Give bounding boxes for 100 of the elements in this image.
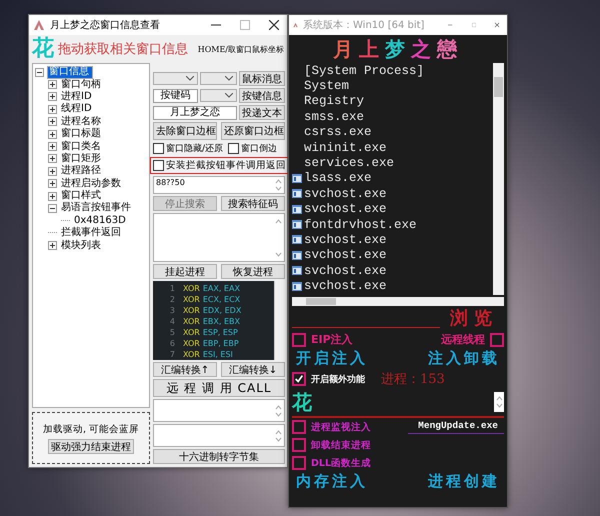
collapse-icon[interactable] bbox=[35, 68, 44, 77]
window-icon bbox=[292, 189, 302, 198]
checkbox[interactable] bbox=[153, 160, 164, 171]
tree-item[interactable]: 0x48163D bbox=[73, 214, 127, 227]
process-name[interactable]: svchost.exe bbox=[304, 264, 387, 278]
expand-icon[interactable] bbox=[48, 130, 57, 139]
process-name[interactable]: svchost.exe bbox=[304, 279, 387, 294]
process-name[interactable]: svchost.exe bbox=[304, 202, 387, 216]
expand-icon[interactable] bbox=[48, 92, 57, 102]
window-icon bbox=[292, 235, 302, 244]
mouse-message-button[interactable]: 鼠标消息 bbox=[239, 71, 285, 86]
inject-button[interactable]: 内存注入 bbox=[292, 472, 372, 491]
code-opcode: XOR bbox=[183, 295, 200, 304]
tree-item[interactable]: 进程ID bbox=[60, 90, 93, 103]
tree-item[interactable]: 窗口标题 bbox=[60, 128, 102, 140]
code-opcode: XOR bbox=[183, 328, 200, 338]
checkbox[interactable] bbox=[292, 438, 306, 452]
expand-icon[interactable] bbox=[48, 154, 57, 164]
tree-item[interactable]: 线程ID bbox=[60, 103, 93, 116]
dropdown[interactable] bbox=[200, 89, 237, 102]
tree-item[interactable]: 窗口信息 bbox=[47, 66, 93, 79]
inject-button[interactable]: 注入卸载 bbox=[424, 349, 504, 368]
process-name[interactable]: fontdrvhost.exe bbox=[304, 218, 417, 232]
key-code-field[interactable]: 按键码 bbox=[153, 88, 198, 102]
scrollbar[interactable] bbox=[493, 63, 504, 295]
expand-icon[interactable] bbox=[48, 241, 57, 250]
logo-text: 花 bbox=[292, 390, 312, 414]
expand-icon[interactable] bbox=[48, 104, 57, 114]
code-opcode: XOR bbox=[183, 284, 200, 294]
output-field[interactable] bbox=[153, 424, 285, 447]
option-label: 远程线程 bbox=[441, 332, 485, 347]
post-text-button[interactable]: 投递文本 bbox=[239, 105, 285, 120]
tree-item[interactable]: 拦截事件返回 bbox=[60, 227, 122, 240]
kill-process-button[interactable]: 驱动强力结束进程 bbox=[48, 438, 134, 454]
border-button[interactable]: 还原窗口边框 bbox=[221, 122, 285, 140]
key-info-button[interactable]: 按键信息 bbox=[239, 88, 285, 103]
process-name[interactable]: svchost.exe bbox=[304, 186, 387, 201]
close-icon[interactable] bbox=[269, 20, 279, 30]
tree-item[interactable]: 窗口句柄 bbox=[60, 78, 102, 91]
search-button[interactable]: 搜索特征码 bbox=[221, 196, 285, 212]
process-button[interactable]: 恢复进程 bbox=[221, 264, 285, 280]
expand-icon[interactable] bbox=[48, 166, 57, 176]
code-operands: ESI, ESI bbox=[202, 350, 233, 360]
hex-convert-button[interactable]: 十六进制转字节集 bbox=[153, 449, 285, 464]
target-process: MengUpdate.exe bbox=[408, 420, 504, 434]
tree-item[interactable]: 进程启动参数 bbox=[60, 178, 122, 190]
process-name[interactable]: System bbox=[304, 79, 350, 94]
tree-item[interactable]: 进程路径 bbox=[60, 165, 102, 178]
tree-item[interactable]: 窗口样式 bbox=[60, 190, 102, 202]
inject-button[interactable]: 开启注入 bbox=[292, 349, 372, 368]
process-name[interactable]: [System Process] bbox=[304, 64, 424, 78]
checkbox[interactable] bbox=[292, 372, 306, 386]
tree-item[interactable]: 窗口矩形 bbox=[60, 152, 102, 165]
expand-icon[interactable] bbox=[48, 117, 57, 126]
app-icon bbox=[33, 19, 45, 31]
tree-item[interactable]: 模块列表 bbox=[60, 240, 102, 252]
tree-item[interactable]: 进程名称 bbox=[60, 116, 102, 128]
process-name[interactable]: wininit.exe bbox=[304, 140, 387, 155]
collapse-icon[interactable] bbox=[48, 204, 57, 213]
process-name[interactable]: Registry bbox=[304, 94, 364, 108]
scroll-arrows-icon bbox=[275, 404, 282, 418]
result-field[interactable] bbox=[153, 213, 285, 262]
spin-field[interactable] bbox=[494, 392, 504, 412]
process-name[interactable]: svchost.exe bbox=[304, 232, 387, 247]
process-name[interactable]: services.exe bbox=[304, 156, 394, 170]
checkbox[interactable] bbox=[153, 143, 164, 154]
assemble-button[interactable]: 汇编转换↓ bbox=[221, 362, 285, 378]
window-icon bbox=[292, 282, 302, 291]
inject-button[interactable]: 进程创建 bbox=[424, 472, 504, 491]
border-button[interactable]: 去除窗口边框 bbox=[153, 122, 217, 140]
remote-call-button[interactable]: 远 程 调 用 CALL bbox=[153, 379, 285, 398]
process-name[interactable]: lsass.exe bbox=[304, 171, 372, 186]
caret-icon bbox=[225, 76, 233, 81]
pattern-field[interactable]: 88??50 bbox=[153, 176, 285, 194]
expand-icon[interactable] bbox=[48, 192, 57, 201]
option-label: 窗口隐藏/还原 bbox=[166, 142, 224, 155]
scrollbar[interactable] bbox=[292, 297, 504, 306]
expand-icon[interactable] bbox=[48, 179, 57, 188]
checkbox[interactable] bbox=[490, 332, 504, 346]
checkbox[interactable] bbox=[292, 332, 306, 346]
hint-text: HOME/取窗口鼠标坐标 bbox=[198, 44, 284, 54]
checkbox[interactable] bbox=[228, 143, 240, 154]
assemble-button[interactable]: 汇编转换↑ bbox=[153, 362, 217, 378]
checkbox[interactable] bbox=[292, 456, 306, 470]
expand-icon[interactable] bbox=[48, 142, 57, 152]
process-name[interactable]: smss.exe bbox=[304, 110, 364, 124]
process-button[interactable]: 挂起进程 bbox=[153, 264, 217, 280]
scrollbar[interactable] bbox=[274, 281, 285, 360]
checkbox[interactable] bbox=[292, 420, 306, 434]
tree-item[interactable]: 易语言按钮事件 bbox=[60, 202, 132, 214]
dropdown[interactable] bbox=[200, 72, 237, 85]
process-name[interactable]: svchost.exe bbox=[304, 248, 387, 262]
input-field[interactable] bbox=[153, 399, 285, 422]
text-field[interactable]: 月上梦之恋 bbox=[153, 106, 237, 120]
tree-item[interactable]: 窗口类名 bbox=[60, 140, 102, 153]
expand-icon[interactable] bbox=[48, 80, 57, 90]
line-number: 6 bbox=[168, 339, 175, 348]
process-name[interactable]: csrss.exe bbox=[304, 125, 372, 140]
close-icon[interactable] bbox=[494, 20, 499, 30]
window-icon bbox=[292, 220, 302, 230]
